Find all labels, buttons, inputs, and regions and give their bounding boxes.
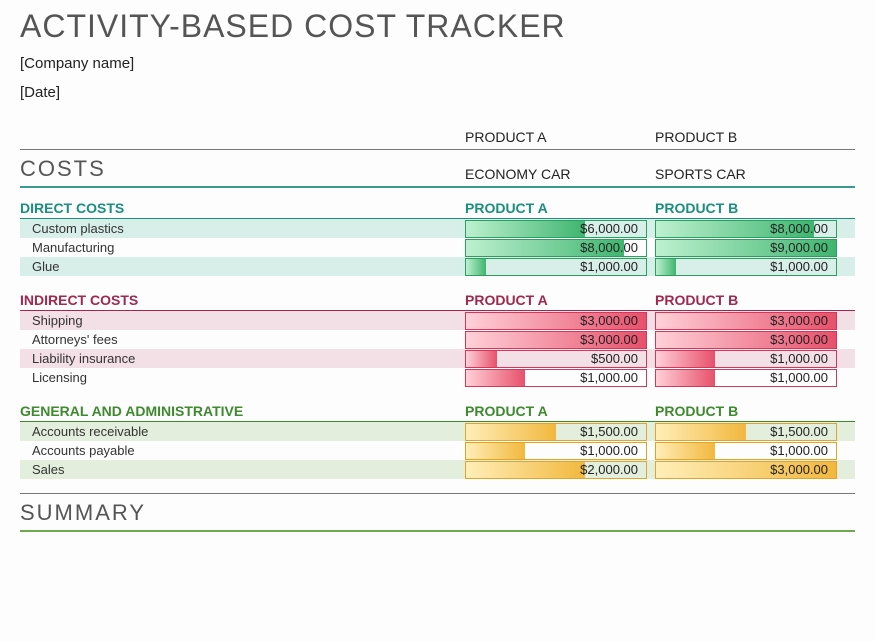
- row-label[interactable]: Sales: [20, 462, 465, 477]
- cost-cell[interactable]: $1,000.00: [465, 442, 647, 460]
- product-a-label: PRODUCT A: [465, 129, 655, 149]
- direct-col-b: PRODUCT B: [655, 200, 845, 216]
- cost-value: $3,000.00: [770, 462, 828, 477]
- cost-cell[interactable]: $500.00: [465, 350, 647, 368]
- indirect-costs-label: INDIRECT COSTS: [20, 292, 465, 308]
- table-row: Sales $2,000.00 $3,000.00: [20, 460, 855, 479]
- date-placeholder[interactable]: [Date]: [20, 84, 855, 101]
- cost-cell[interactable]: $3,000.00: [655, 331, 837, 349]
- cost-cell[interactable]: $8,000.00: [465, 239, 647, 257]
- summary-section-header: SUMMARY: [20, 493, 855, 532]
- row-label[interactable]: Glue: [20, 259, 465, 274]
- direct-costs-header: DIRECT COSTS PRODUCT A PRODUCT B: [20, 200, 855, 219]
- genadmin-col-b: PRODUCT B: [655, 403, 845, 419]
- cost-value: $3,000.00: [580, 332, 638, 347]
- cost-cell[interactable]: $2,000.00: [465, 461, 647, 479]
- cost-value: $3,000.00: [770, 332, 828, 347]
- cost-cell[interactable]: $1,000.00: [465, 258, 647, 276]
- cost-cell[interactable]: $1,500.00: [655, 423, 837, 441]
- cost-cell[interactable]: $3,000.00: [655, 461, 837, 479]
- indirect-costs-header: INDIRECT COSTS PRODUCT A PRODUCT B: [20, 292, 855, 311]
- cost-value: $1,000.00: [770, 443, 828, 458]
- table-row: Manufacturing $8,000.00 $9,000.00: [20, 238, 855, 257]
- cost-value: $1,000.00: [770, 259, 828, 274]
- product-a-desc: ECONOMY CAR: [465, 166, 655, 182]
- row-label[interactable]: Liability insurance: [20, 351, 465, 366]
- product-b-label: PRODUCT B: [655, 129, 845, 149]
- table-row: Licensing $1,000.00 $1,000.00: [20, 368, 855, 387]
- data-bar: [656, 351, 715, 367]
- row-label[interactable]: Attorneys' fees: [20, 332, 465, 347]
- direct-col-a: PRODUCT A: [465, 200, 655, 216]
- cost-cell[interactable]: $1,000.00: [655, 258, 837, 276]
- cost-cell[interactable]: $1,500.00: [465, 423, 647, 441]
- cost-value: $1,000.00: [580, 443, 638, 458]
- direct-costs-rows: Custom plastics$6,000.00$8,000.00Manufac…: [20, 219, 855, 276]
- data-bar: [656, 370, 715, 386]
- data-bar: [466, 424, 556, 440]
- table-row: Shipping $3,000.00 $3,000.00: [20, 311, 855, 330]
- cost-value: $3,000.00: [580, 313, 638, 328]
- company-name-placeholder[interactable]: [Company name]: [20, 55, 855, 72]
- data-bar: [466, 221, 585, 237]
- cost-cell[interactable]: $9,000.00: [655, 239, 837, 257]
- data-bar: [466, 259, 486, 275]
- indirect-costs-rows: Shipping$3,000.00$3,000.00Attorneys' fee…: [20, 311, 855, 387]
- genadmin-col-a: PRODUCT A: [465, 403, 655, 419]
- cost-cell[interactable]: $1,000.00: [655, 350, 837, 368]
- row-label[interactable]: Manufacturing: [20, 240, 465, 255]
- product-b-desc: SPORTS CAR: [655, 166, 845, 182]
- row-label[interactable]: Accounts receivable: [20, 424, 465, 439]
- table-row: Accounts payable $1,000.00 $1,000.00: [20, 441, 855, 460]
- cost-value: $3,000.00: [770, 313, 828, 328]
- cost-value: $500.00: [591, 351, 638, 366]
- genadmin-header: GENERAL AND ADMINISTRATIVE PRODUCT A PRO…: [20, 403, 855, 422]
- data-bar: [656, 424, 746, 440]
- costs-heading: COSTS: [20, 156, 465, 182]
- row-label[interactable]: Accounts payable: [20, 443, 465, 458]
- cost-value: $6,000.00: [580, 221, 638, 236]
- cost-value: $9,000.00: [770, 240, 828, 255]
- row-label[interactable]: Custom plastics: [20, 221, 465, 236]
- page-title: ACTIVITY-BASED COST TRACKER: [20, 8, 855, 45]
- cost-value: $1,500.00: [770, 424, 828, 439]
- summary-heading: SUMMARY: [20, 500, 465, 526]
- indirect-col-a: PRODUCT A: [465, 292, 655, 308]
- product-label-row: PRODUCT A PRODUCT B: [20, 129, 855, 149]
- cost-cell[interactable]: $8,000.00: [655, 220, 837, 238]
- cost-value: $8,000.00: [580, 240, 638, 255]
- cost-value: $1,000.00: [580, 370, 638, 385]
- cost-value: $8,000.00: [770, 221, 828, 236]
- cost-value: $1,000.00: [770, 351, 828, 366]
- genadmin-label: GENERAL AND ADMINISTRATIVE: [20, 403, 465, 419]
- cost-cell[interactable]: $3,000.00: [655, 312, 837, 330]
- row-label[interactable]: Shipping: [20, 313, 465, 328]
- cost-value: $1,500.00: [580, 424, 638, 439]
- table-row: Attorneys' fees $3,000.00 $3,000.00: [20, 330, 855, 349]
- cost-cell[interactable]: $6,000.00: [465, 220, 647, 238]
- cost-cell[interactable]: $1,000.00: [655, 369, 837, 387]
- direct-costs-label: DIRECT COSTS: [20, 200, 465, 216]
- cost-value: $1,000.00: [580, 259, 638, 274]
- cost-value: $1,000.00: [770, 370, 828, 385]
- genadmin-rows: Accounts receivable$1,500.00$1,500.00Acc…: [20, 422, 855, 479]
- indirect-col-b: PRODUCT B: [655, 292, 845, 308]
- cost-cell[interactable]: $1,000.00: [465, 369, 647, 387]
- cost-cell[interactable]: $3,000.00: [465, 331, 647, 349]
- data-bar: [466, 443, 525, 459]
- table-row: Accounts receivable $1,500.00 $1,500.00: [20, 422, 855, 441]
- data-bar: [656, 259, 676, 275]
- cost-value: $2,000.00: [580, 462, 638, 477]
- data-bar: [466, 351, 497, 367]
- table-row: Custom plastics $6,000.00 $8,000.00: [20, 219, 855, 238]
- data-bar: [656, 443, 715, 459]
- table-row: Glue $1,000.00 $1,000.00: [20, 257, 855, 276]
- data-bar: [466, 370, 525, 386]
- costs-section-header: COSTS ECONOMY CAR SPORTS CAR: [20, 149, 855, 188]
- table-row: Liability insurance $500.00 $1,000.00: [20, 349, 855, 368]
- cost-cell[interactable]: $1,000.00: [655, 442, 837, 460]
- cost-cell[interactable]: $3,000.00: [465, 312, 647, 330]
- data-bar: [466, 462, 585, 478]
- row-label[interactable]: Licensing: [20, 370, 465, 385]
